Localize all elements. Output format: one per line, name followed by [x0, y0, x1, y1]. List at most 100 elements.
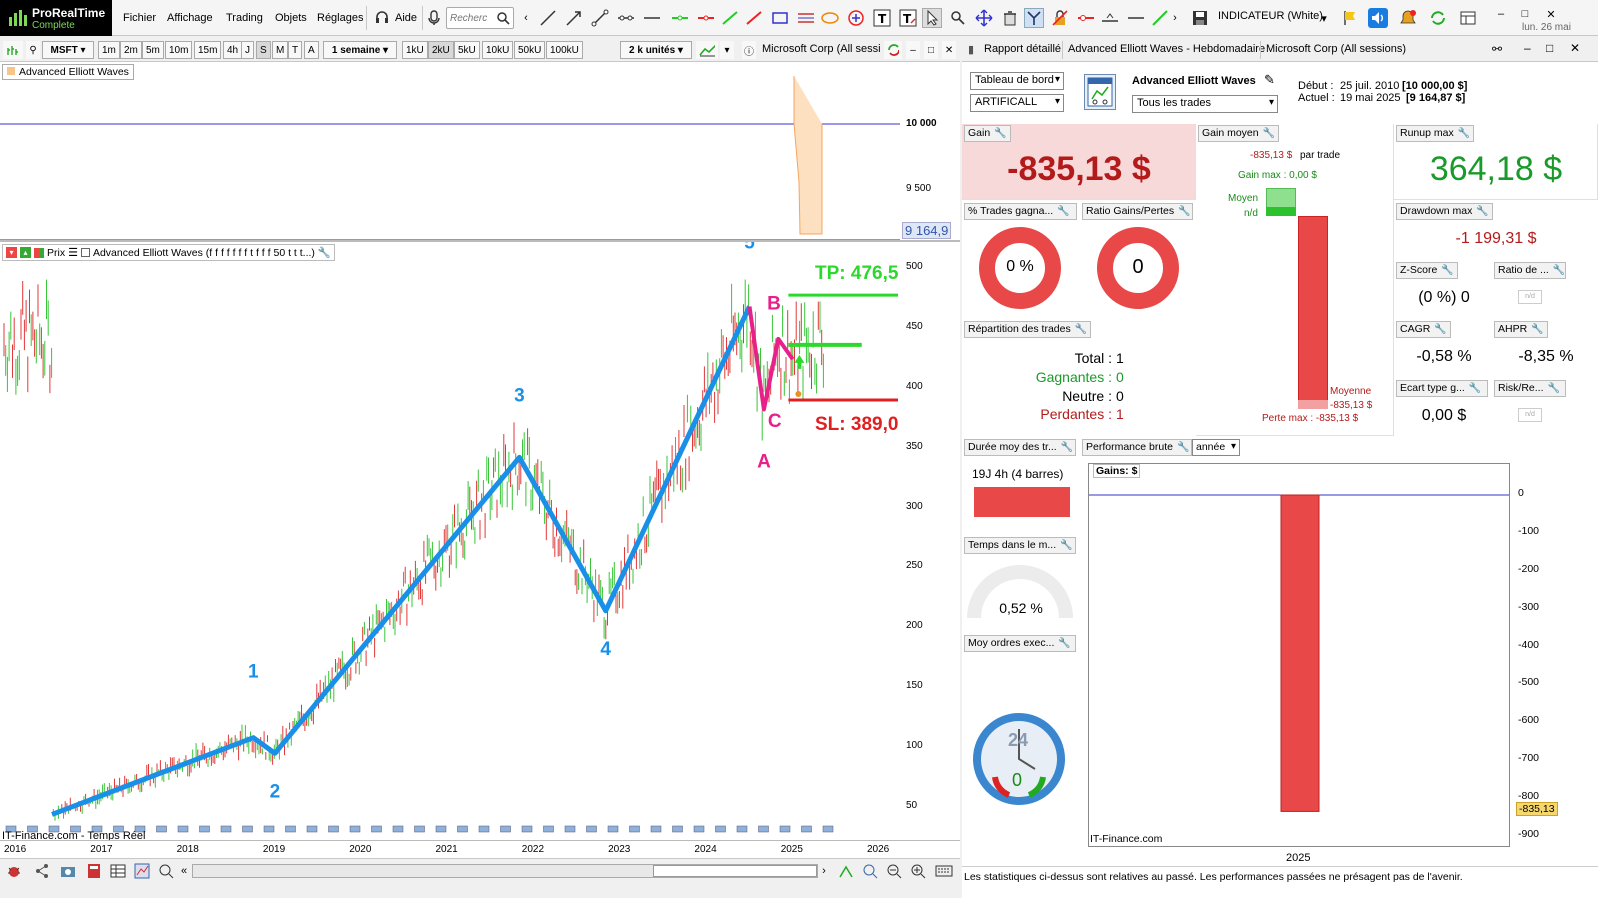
channel-tool-icon[interactable]: [796, 8, 816, 28]
tf-t[interactable]: T: [288, 41, 303, 59]
tf-2m[interactable]: 2m: [120, 41, 142, 59]
magnet-icon[interactable]: [1024, 8, 1044, 28]
zoom-icon[interactable]: [948, 8, 968, 28]
wrench-icon[interactable]: 🔧: [1061, 442, 1073, 453]
risk-header[interactable]: Risk/Re... 🔧: [1494, 380, 1566, 397]
close-icon[interactable]: ✕: [1544, 4, 1558, 24]
symbol-selector[interactable]: MSFT ▾: [42, 41, 94, 59]
unit-2ku[interactable]: 2kU: [428, 41, 454, 59]
wrench-icon[interactable]: 🔧: [1441, 265, 1453, 276]
unit-5ku[interactable]: 5kU: [454, 41, 480, 59]
gain-header[interactable]: Gain 🔧: [964, 125, 1011, 142]
maximize-icon[interactable]: □: [1518, 4, 1532, 24]
tab-strategy[interactable]: Advanced Elliott Waves - Hebdomadaire: [1068, 43, 1265, 55]
ratiode-header[interactable]: Ratio de ... 🔧: [1494, 262, 1566, 279]
cagr-header[interactable]: CAGR 🔧: [1396, 321, 1451, 338]
avg-orders-header[interactable]: Moy ordres exec... 🔧: [964, 635, 1076, 652]
report-share-icon[interactable]: ⚯: [1492, 42, 1502, 56]
indicators-dropdown-icon[interactable]: ▾: [720, 41, 734, 59]
rectangle-tool-icon[interactable]: [770, 8, 790, 28]
screener-icon[interactable]: [132, 861, 152, 881]
green-line-icon[interactable]: [670, 8, 690, 28]
order-line-icon[interactable]: [1100, 8, 1120, 28]
wrench-icon[interactable]: 🔧: [1058, 638, 1070, 649]
pct-winners-header[interactable]: % Trades gagna... 🔧: [964, 203, 1077, 220]
sync-icon[interactable]: [1428, 8, 1448, 28]
scrollbar-thumb[interactable]: [653, 865, 817, 877]
units-count-selector[interactable]: 2 k unités ▾: [620, 41, 692, 59]
save-icon[interactable]: [1190, 8, 1210, 28]
tf-j[interactable]: J: [241, 41, 254, 59]
wrench-icon[interactable]: 🔧: [1476, 206, 1488, 217]
chart-sync-icon[interactable]: [884, 41, 902, 59]
horizontal-line-icon[interactable]: [642, 8, 662, 28]
wrench-icon[interactable]: 🔧: [1548, 383, 1560, 394]
alerts-icon[interactable]: [1398, 8, 1418, 28]
price-panel[interactable]: ▾ ▴ Prix ☰ Advanced Elliott Waves (f f f…: [0, 242, 900, 840]
headset-icon[interactable]: [372, 8, 392, 28]
add-shape-icon[interactable]: [846, 8, 866, 28]
scroll-left-icon[interactable]: ‹: [520, 8, 532, 28]
tf-s[interactable]: S: [256, 41, 271, 59]
move-icon[interactable]: [974, 8, 994, 28]
bug-icon[interactable]: [4, 861, 24, 881]
segment-tool-icon[interactable]: [590, 8, 610, 28]
wrench-icon[interactable]: 🔧: [1178, 206, 1190, 217]
runup-header[interactable]: Runup max 🔧: [1396, 125, 1475, 142]
pointer-icon[interactable]: [922, 8, 942, 28]
tf-a[interactable]: A: [304, 41, 319, 59]
hline-tool-icon[interactable]: [616, 8, 636, 28]
chart-close-icon[interactable]: ✕: [942, 41, 956, 59]
dash-line-icon[interactable]: [1126, 8, 1146, 28]
indicators-icon[interactable]: [696, 41, 718, 59]
chart-maximize-icon[interactable]: □: [924, 41, 938, 59]
tab-instrument[interactable]: Microsoft Corp (All sessions): [1266, 43, 1406, 55]
wrench-icon[interactable]: 🔧: [994, 128, 1006, 139]
trades-select[interactable]: Tous les trades: [1132, 95, 1278, 113]
chart-minimize-icon[interactable]: –: [906, 41, 920, 59]
unit-50ku[interactable]: 50kU: [514, 41, 546, 59]
repartition-header[interactable]: Répartition des trades 🔧: [964, 321, 1092, 338]
chevron-down-icon[interactable]: ▾: [1318, 8, 1330, 28]
search-icon[interactable]: [496, 11, 510, 25]
edit-icon[interactable]: ✎: [1264, 72, 1275, 88]
green-diagonal-icon[interactable]: [1150, 8, 1170, 28]
wrench-icon[interactable]: 🔧: [1060, 540, 1072, 551]
text-tool-icon[interactable]: T: [872, 8, 892, 28]
alert-line-icon[interactable]: [1076, 8, 1096, 28]
text-edit-icon[interactable]: T: [898, 8, 918, 28]
minimize-icon[interactable]: –: [1494, 4, 1508, 24]
account-select[interactable]: ARTIFICALL: [970, 94, 1064, 112]
wrench-icon[interactable]: 🔧: [1075, 324, 1087, 335]
chart-type-icon[interactable]: [3, 41, 23, 59]
scroll-back-icon[interactable]: «: [178, 861, 190, 881]
ray-tool-icon[interactable]: [564, 8, 584, 28]
wrench-icon[interactable]: 🔧: [1057, 206, 1069, 217]
table-icon[interactable]: [108, 861, 128, 881]
scroll-forward-icon[interactable]: ›: [818, 861, 830, 881]
menu-fichier[interactable]: Fichier: [123, 12, 156, 24]
link-icon[interactable]: ⚲: [26, 41, 40, 59]
wrench-icon[interactable]: 🔧: [1531, 324, 1543, 335]
unit-10ku[interactable]: 10kU: [482, 41, 514, 59]
tf-m[interactable]: M: [272, 41, 289, 59]
time-in-market-header[interactable]: Temps dans le m... 🔧: [964, 537, 1076, 554]
layout-icon[interactable]: [1458, 8, 1478, 28]
menu-affichage[interactable]: Affichage: [167, 12, 213, 24]
line-tool-icon[interactable]: [538, 8, 558, 28]
menu-aide[interactable]: Aide: [395, 12, 417, 24]
search-input[interactable]: [450, 9, 498, 27]
tab-rapport-detaille[interactable]: Rapport détaillé: [984, 43, 1061, 55]
tf-5m[interactable]: 5m: [142, 41, 164, 59]
fit-icon[interactable]: [860, 861, 880, 881]
equity-panel[interactable]: Advanced Elliott Waves: [0, 62, 900, 240]
time-scrollbar[interactable]: [192, 864, 818, 878]
tf-1m[interactable]: 1m: [98, 41, 120, 59]
search-input-box[interactable]: [446, 7, 514, 29]
autoscale-icon[interactable]: [836, 861, 856, 881]
indicator-selector[interactable]: INDICATEUR (White): [1218, 10, 1323, 22]
menu-objets[interactable]: Objets: [275, 12, 307, 24]
menu-trading[interactable]: Trading: [226, 12, 263, 24]
menu-reglages[interactable]: Réglages: [317, 12, 363, 24]
microphone-icon[interactable]: [424, 8, 444, 28]
